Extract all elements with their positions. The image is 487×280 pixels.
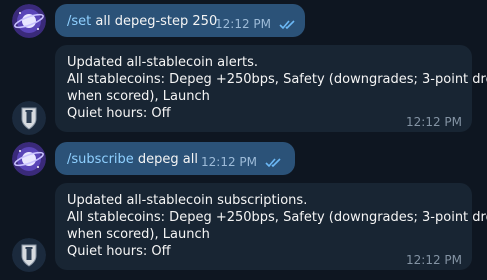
incoming-message-bubble: Updated all-stablecoin subscriptions. Al…	[55, 183, 487, 270]
user-avatar[interactable]	[12, 4, 46, 38]
planet-avatar-icon	[12, 142, 46, 176]
command-args: depeg all	[133, 152, 198, 167]
message-time: 12:12 PM	[201, 155, 257, 169]
message-time: 12:12 PM	[406, 253, 462, 267]
double-check-icon	[265, 158, 281, 168]
message-time: 12:12 PM	[215, 17, 271, 31]
shield-tower-avatar-icon	[12, 238, 46, 272]
shield-tower-avatar-icon	[12, 101, 46, 135]
planet-avatar-icon	[12, 4, 46, 38]
message-line: All stablecoins: Depeg +250bps, Safety (…	[67, 72, 487, 87]
bot-avatar[interactable]	[12, 238, 46, 272]
command-link[interactable]: /set	[67, 14, 91, 29]
double-check-icon	[279, 20, 295, 30]
incoming-message-bubble: Updated all-stablecoin alerts. All stabl…	[55, 45, 487, 132]
message-line: Updated all-stablecoin subscriptions.	[67, 193, 308, 208]
command-args: all depeg-step 250	[91, 14, 218, 29]
command-link[interactable]: /subscribe	[67, 152, 134, 167]
outgoing-message-bubble: /subscribe depeg all 12:12 PM	[55, 142, 295, 175]
message-time: 12:12 PM	[406, 115, 462, 129]
message-line: when scored), Launch	[67, 227, 210, 242]
user-avatar[interactable]	[12, 142, 46, 176]
bot-avatar[interactable]	[12, 101, 46, 135]
message-line: when scored), Launch	[67, 89, 210, 104]
message-line: All stablecoins: Depeg +250bps, Safety (…	[67, 210, 487, 225]
message-line: Updated all-stablecoin alerts.	[67, 55, 259, 70]
outgoing-message-bubble: /set all depeg-step 250 12:12 PM	[55, 4, 305, 37]
